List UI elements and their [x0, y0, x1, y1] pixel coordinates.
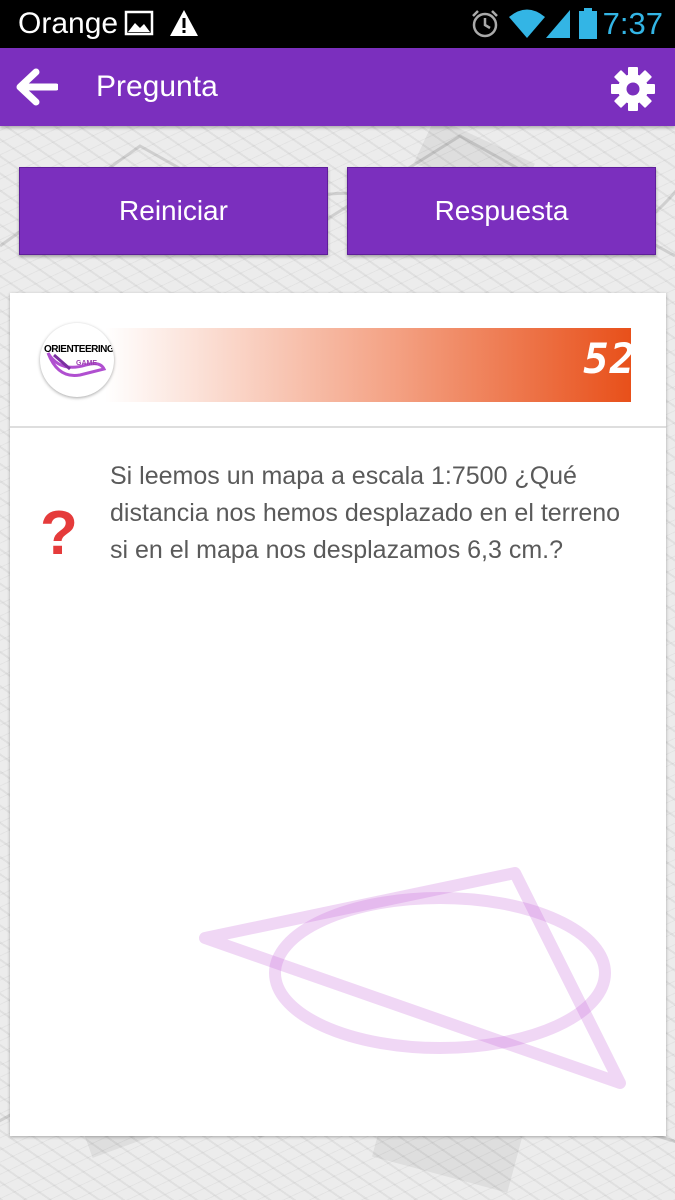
question-number: 52	[583, 334, 636, 383]
divider	[10, 426, 666, 428]
logo-text: ORIENTEERING	[44, 344, 114, 355]
warning-icon	[168, 8, 200, 43]
alarm-icon	[469, 8, 501, 45]
battery-icon	[578, 8, 598, 45]
question-card: ORIENTEERING GAME 52 ? Si leemos un mapa…	[10, 293, 666, 1136]
answer-button[interactable]: Respuesta	[347, 167, 656, 255]
logo-subtext: GAME	[76, 360, 97, 367]
clock: 7:37	[602, 6, 663, 41]
wifi-icon	[508, 8, 546, 45]
orienteering-logo: ORIENTEERING GAME	[40, 323, 114, 397]
gear-icon[interactable]	[610, 66, 656, 112]
question-mark-icon: ?	[40, 499, 78, 568]
question-header: ORIENTEERING GAME 52	[10, 293, 666, 426]
carrier-name: Orange	[18, 7, 119, 40]
watermark-logo-icon	[199, 867, 626, 1089]
reset-button[interactable]: Reiniciar	[19, 167, 328, 255]
signal-icon	[544, 8, 572, 45]
page-title: Pregunta	[96, 70, 218, 103]
image-icon	[124, 8, 154, 43]
question-header-bar	[105, 328, 631, 402]
back-arrow-icon[interactable]	[14, 67, 60, 107]
app-bar: Pregunta	[0, 48, 675, 126]
question-text: Si leemos un mapa a escala 1:7500 ¿Qué d…	[110, 462, 621, 564]
status-bar: Orange 7:37	[0, 0, 675, 48]
